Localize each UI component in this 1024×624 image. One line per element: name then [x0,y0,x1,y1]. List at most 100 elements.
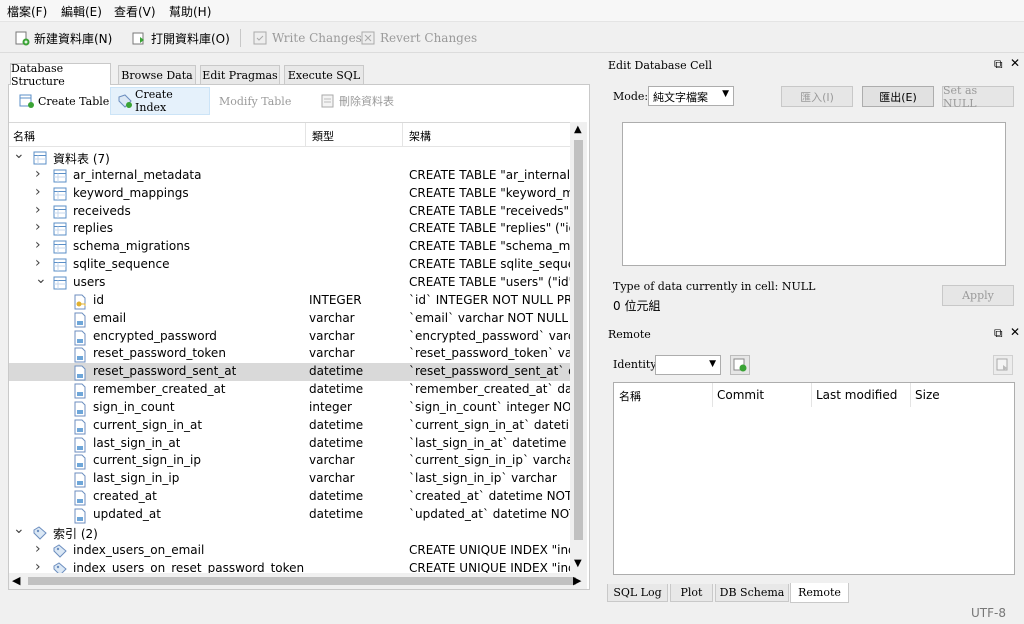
close-icon[interactable]: ✕ [1010,325,1020,339]
tree-vertical-scrollbar[interactable]: ▲ ▼ [570,122,587,573]
remote-header-name[interactable]: 名稱 [619,388,641,404]
tree-item-type: integer [309,399,352,414]
tab-db-schema[interactable]: DB Schema [715,584,789,602]
menu-file[interactable]: 檔案(F) [7,3,47,20]
tab-execute-sql[interactable]: Execute SQL [284,65,364,84]
scroll-right-icon[interactable]: ▶ [573,574,581,587]
identity-select[interactable]: ▼ [655,355,721,375]
create-index-button[interactable]: Create Index [110,87,210,115]
remote-action-button[interactable] [993,355,1013,375]
tree-item-schema: CREATE TABLE "keyword_ma [409,185,570,200]
tree-group-indexes[interactable]: ⌄ 索引 (2) [9,521,570,542]
header-schema[interactable]: 架構 [409,128,431,144]
close-icon[interactable]: ✕ [1010,56,1020,70]
tree-column-row[interactable]: encrypted_password varchar `encrypted_pass… [9,328,570,346]
add-identity-button[interactable] [730,355,750,375]
tree-column-row[interactable]: created_at datetime `created_at` datetime … [9,488,570,506]
edit-cell-title: Edit Database Cell [608,58,713,72]
tree-table-row[interactable]: › receiveds CREATE TABLE "receiveds" ("i [9,202,570,221]
float-icon[interactable]: ⧉ [994,326,1003,341]
export-button[interactable]: 匯出(E) [862,86,934,107]
tree-item-name: email [93,310,127,325]
schema-tree[interactable]: 名稱 類型 架構 ⌄ 資料表 (7) › ar_internal_metadata CR… [9,122,580,573]
tree-column-row[interactable]: reset_password_sent_at datetime `reset_pas… [9,363,570,382]
mode-select[interactable]: 純文字檔案 ▼ [648,86,734,106]
import-button[interactable]: 匯入(I) [781,86,853,107]
tree-item-schema: CREATE TABLE "replies" ("id" [409,221,570,236]
scroll-up-icon[interactable]: ▲ [574,124,582,135]
write-changes-button[interactable]: Write Changes [252,28,362,48]
open-database-button[interactable]: 打開資料庫(O) [131,28,230,48]
remote-header-last-modified[interactable]: Last modified [816,388,897,402]
tree-column-row[interactable]: email varchar `email` varchar NOT NULL DE [9,310,570,328]
scroll-down-icon[interactable]: ▼ [574,558,582,569]
tab-database-structure[interactable]: Database Structure [10,62,111,88]
tree-index-row[interactable]: › index_users_on_email CREATE UNIQUE INDEX… [9,541,570,560]
chevron-right-icon[interactable]: › [35,255,41,271]
tree-table-row[interactable]: › keyword_mappings CREATE TABLE "keyword_m… [9,184,570,203]
tree-item-name: reset_password_sent_at [93,364,237,379]
scroll-left-icon[interactable]: ◀ [12,574,20,587]
cell-editor-textarea[interactable] [622,122,1006,266]
revert-changes-button[interactable]: Revert Changes [360,28,477,48]
tree-column-row[interactable]: updated_at datetime `updated_at` datetime … [9,506,570,524]
tree-item-schema: `email` varchar NOT NULL DE [409,310,570,325]
tree-column-row[interactable]: current_sign_in_ip varchar `current_sign_i… [9,452,570,470]
tree-table-row[interactable]: › schema_migrations CREATE TABLE "schema_m… [9,237,570,256]
tree-column-row[interactable]: last_sign_in_ip varchar `last_sign_in_ip` … [9,470,570,488]
field-icon [73,508,87,524]
scroll-thumb[interactable] [574,140,583,540]
new-database-button[interactable]: 新建資料庫(N) [14,28,112,48]
chevron-right-icon[interactable]: › [35,219,41,235]
tree-column-row[interactable]: reset_password_token varchar `reset_passwo… [9,345,570,363]
chevron-down-icon: ▼ [709,359,716,369]
tree-column-row[interactable]: current_sign_in_at datetime `current_sign_… [9,417,570,435]
tree-item-schema: CREATE TABLE "receiveds" ("i [409,203,570,218]
tree-index-row[interactable]: › index_users_on_reset_password_token CREA… [9,559,570,573]
header-name[interactable]: 名稱 [13,128,35,144]
delete-table-button[interactable]: 刪除資料表 [314,87,400,115]
tree-table-row[interactable]: ⌄ users CREATE TABLE "users" ("id" IN [9,271,570,292]
chevron-right-icon[interactable]: › [35,237,41,253]
menu-help[interactable]: 幫助(H) [169,3,211,20]
chevron-right-icon[interactable]: › [35,202,41,218]
tree-group-tables[interactable]: ⌄ 資料表 (7) [9,146,570,167]
menu-view[interactable]: 查看(V) [114,3,156,20]
set-null-button[interactable]: Set as NULL [942,84,1014,110]
chevron-down-icon[interactable]: ⌄ [13,521,25,537]
chevron-down-icon[interactable]: ⌄ [35,271,47,287]
create-table-button[interactable]: Create Table [13,87,115,115]
tab-remote[interactable]: Remote [790,583,849,603]
chevron-right-icon[interactable]: › [35,184,41,200]
tree-table-row[interactable]: › sqlite_sequence CREATE TABLE sqlite_sequ… [9,255,570,274]
modify-table-button[interactable]: Modify Table [213,87,297,115]
chevron-right-icon[interactable]: › [35,541,41,557]
tree-column-row[interactable]: sign_in_count integer `sign_in_count` inte… [9,399,570,417]
chevron-down-icon[interactable]: ⌄ [13,146,25,162]
menu-edit[interactable]: 編輯(E) [61,3,102,20]
tree-column-row[interactable]: last_sign_in_at datetime `last_sign_in_at`… [9,435,570,453]
tab-browse-data[interactable]: Browse Data [118,65,196,84]
tab-sql-log[interactable]: SQL Log [607,584,668,602]
remote-list[interactable]: 名稱 Commit Last modified Size [613,382,1015,575]
tree-table-row[interactable]: › replies CREATE TABLE "replies" ("id" [9,219,570,238]
tree-table-row[interactable]: › ar_internal_metadata CREATE TABLE "ar_in… [9,166,570,185]
chevron-right-icon[interactable]: › [35,559,41,573]
scroll-thumb[interactable] [28,577,576,585]
header-type[interactable]: 類型 [312,128,334,144]
tree-column-row[interactable]: id INTEGER `id` INTEGER NOT NULL PRIM [9,292,570,310]
tree-item-schema: `created_at` datetime NOT N [409,489,570,504]
float-icon[interactable]: ⧉ [994,57,1003,72]
tree-item-type: varchar [309,328,355,343]
remote-header-commit[interactable]: Commit [717,388,764,402]
tree-column-row[interactable]: remember_created_at datetime `remember_cre… [9,381,570,399]
chevron-right-icon[interactable]: › [35,166,41,182]
tab-edit-pragmas[interactable]: Edit Pragmas [200,65,280,84]
apply-button[interactable]: Apply [942,285,1014,306]
tab-plot[interactable]: Plot [670,584,713,602]
header-divider [910,383,911,407]
tree-horizontal-scrollbar[interactable]: ◀ ▶ [9,573,587,589]
remote-header-size[interactable]: Size [915,388,940,402]
table-icon [53,276,67,290]
header-divider [305,123,306,147]
